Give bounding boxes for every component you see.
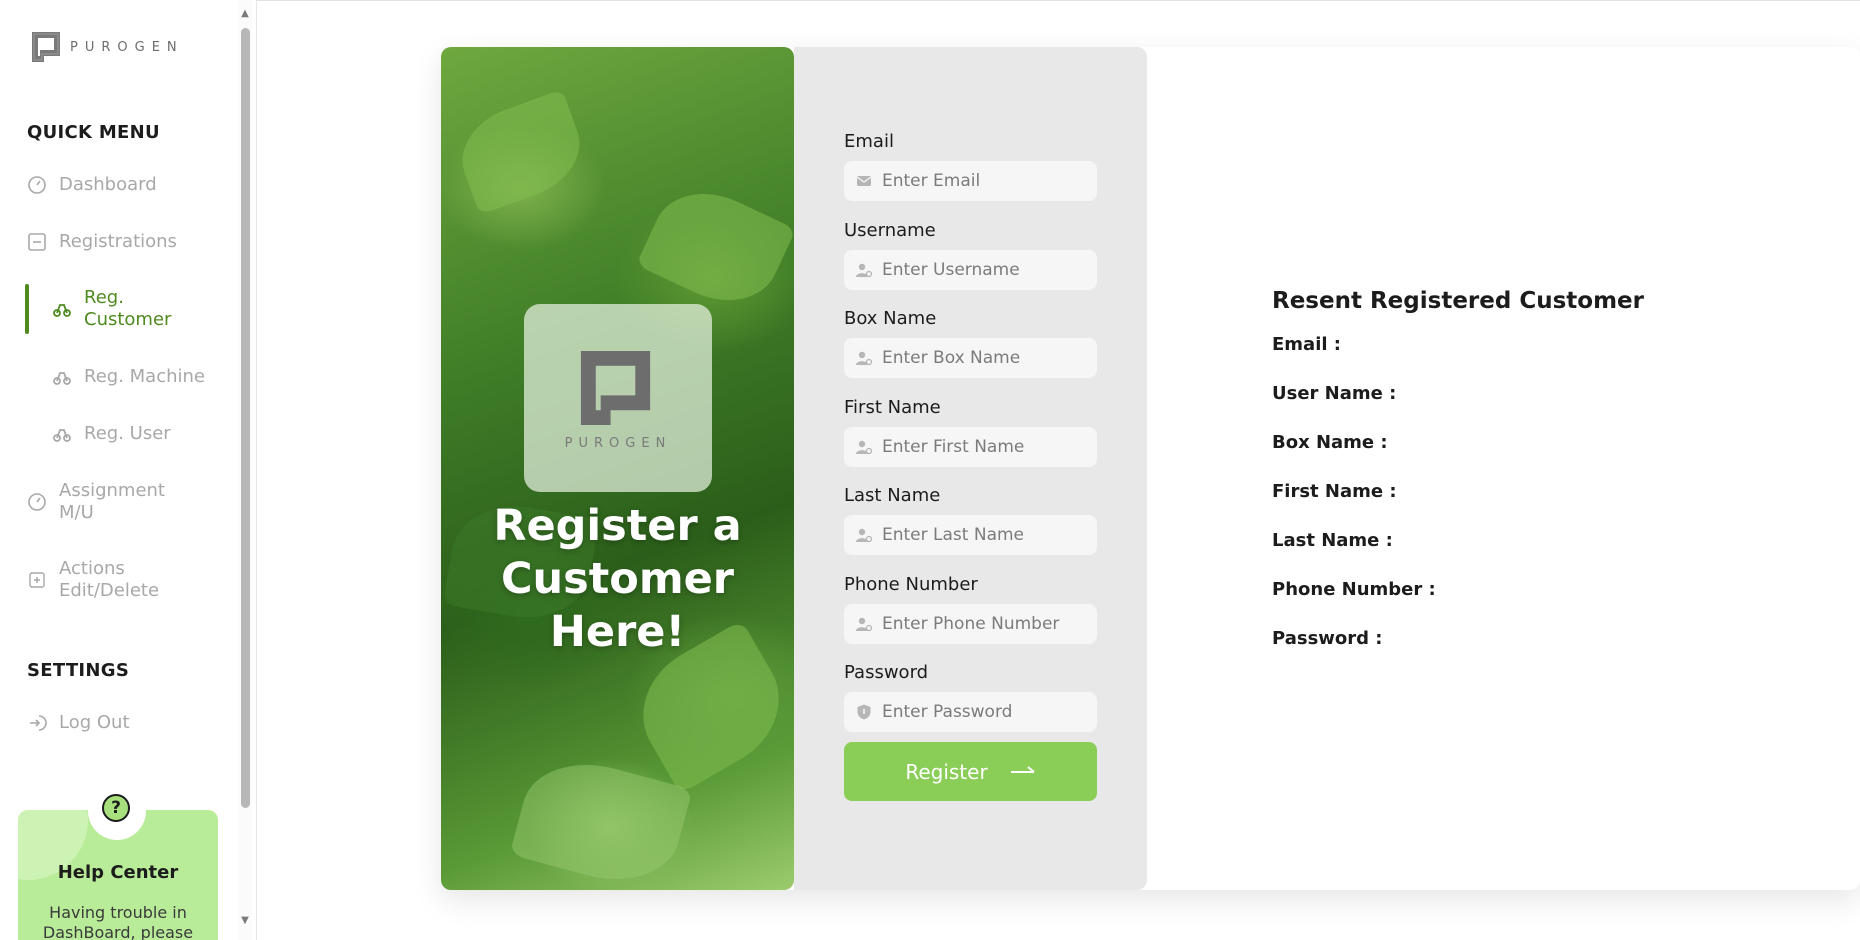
- box-name-field[interactable]: [844, 338, 1097, 378]
- sidebar-item-label: Registrations: [59, 231, 177, 252]
- last-name-input[interactable]: [882, 525, 1082, 545]
- password-field[interactable]: [844, 692, 1097, 732]
- logout-label: Log Out: [59, 712, 130, 733]
- sidebar-item-label: Reg. Customer: [84, 287, 172, 330]
- quick-menu-title: QUICK MENU: [27, 122, 160, 143]
- sidebar-item-assignment[interactable]: Assignment M/U: [27, 480, 187, 524]
- recent-box-name-row: Box Name :: [1272, 432, 1388, 453]
- sidebar-item-label: Assignment M/U: [59, 480, 165, 523]
- scroll-down-icon[interactable]: ▼: [239, 915, 251, 927]
- scroll-up-icon[interactable]: ▲: [239, 8, 251, 20]
- hero-title-line: Here!: [549, 607, 686, 657]
- last-name-label: Last Name: [844, 485, 941, 506]
- first-name-input[interactable]: [882, 437, 1082, 457]
- help-center-text: Having trouble in DashBoard, please: [42, 903, 194, 940]
- email-field[interactable]: [844, 161, 1097, 201]
- username-input[interactable]: [882, 260, 1082, 280]
- sidebar-item-actions[interactable]: Actions Edit/Delete: [27, 558, 197, 602]
- settings-title: SETTINGS: [27, 660, 130, 681]
- username-field[interactable]: [844, 250, 1097, 290]
- register-button[interactable]: Register: [844, 742, 1097, 801]
- register-label: Register: [905, 759, 988, 784]
- email-label: Email: [844, 131, 894, 152]
- scooter-icon: [52, 299, 72, 319]
- sidebar-item-reg-customer[interactable]: Reg. Customer: [52, 287, 202, 331]
- email-input[interactable]: [882, 171, 1082, 191]
- sidebar-item-label: Reg. Machine: [84, 366, 205, 387]
- user-icon: [854, 348, 874, 368]
- user-icon: [854, 614, 874, 634]
- user-icon: [854, 437, 874, 457]
- logout-button[interactable]: Log Out: [27, 712, 130, 734]
- first-name-field[interactable]: [844, 427, 1097, 467]
- help-center-title: Help Center: [57, 862, 179, 883]
- purogen-logo-icon: [580, 350, 651, 425]
- gauge-icon: [27, 492, 47, 512]
- sidebar-item-label: Actions Edit/Delete: [59, 558, 160, 601]
- logout-icon: [27, 713, 47, 733]
- sidebar-item-reg-machine[interactable]: Reg. Machine: [52, 366, 205, 388]
- sidebar-logo[interactable]: PUROGEN: [30, 30, 184, 64]
- minus-square-icon: [27, 232, 47, 252]
- first-name-label: First Name: [844, 397, 941, 418]
- sidebar: PUROGEN QUICK MENU Dashboard Registratio…: [0, 0, 257, 940]
- hero-title-line: Register a: [493, 501, 742, 551]
- hero-title: Register a Customer Here!: [441, 500, 794, 659]
- phone-number-label: Phone Number: [844, 574, 978, 595]
- sidebar-scrollbar-thumb[interactable]: [241, 28, 250, 808]
- recent-username-row: User Name :: [1272, 383, 1397, 404]
- box-name-label: Box Name: [844, 308, 937, 329]
- password-input[interactable]: [882, 702, 1082, 722]
- active-indicator: [25, 284, 29, 334]
- email-icon: [854, 171, 874, 191]
- recent-last-name-row: Last Name :: [1272, 530, 1393, 551]
- plus-square-icon: [27, 570, 47, 590]
- arrow-right-icon: [1010, 760, 1036, 784]
- user-icon: [854, 260, 874, 280]
- sidebar-item-registrations[interactable]: Registrations: [27, 231, 177, 253]
- recent-first-name-row: First Name :: [1272, 481, 1397, 502]
- question-icon[interactable]: ?: [102, 794, 130, 822]
- leaf-shape: [635, 174, 794, 320]
- phone-number-field[interactable]: [844, 604, 1097, 644]
- hero-title-line: Customer: [500, 554, 735, 604]
- recent-phone-number-row: Phone Number :: [1272, 579, 1436, 600]
- box-name-input[interactable]: [882, 348, 1082, 368]
- purogen-logo-icon: [32, 32, 60, 62]
- recent-email-row: Email :: [1272, 334, 1342, 355]
- top-divider: [256, 0, 1860, 1]
- leaf-shape: [509, 748, 693, 890]
- user-icon: [854, 525, 874, 545]
- hero-logo: PUROGEN: [524, 304, 712, 492]
- logo-text: PUROGEN: [70, 39, 184, 55]
- scooter-icon: [52, 424, 72, 444]
- sidebar-item-label: Dashboard: [59, 174, 157, 195]
- recent-password-row: Password :: [1272, 628, 1383, 649]
- scooter-icon: [52, 367, 72, 387]
- sidebar-item-dashboard[interactable]: Dashboard: [27, 174, 157, 196]
- phone-number-input[interactable]: [882, 614, 1082, 634]
- sidebar-item-label: Reg. User: [84, 423, 171, 444]
- password-label: Password: [844, 662, 929, 683]
- leaf-shape: [449, 89, 593, 215]
- last-name-field[interactable]: [844, 515, 1097, 555]
- recent-customer-title: Resent Registered Customer: [1272, 288, 1644, 314]
- username-label: Username: [844, 220, 936, 241]
- shield-icon: [854, 702, 874, 722]
- gauge-icon: [27, 175, 47, 195]
- hero-logo-text: PUROGEN: [564, 435, 672, 451]
- sidebar-item-reg-user[interactable]: Reg. User: [52, 423, 171, 445]
